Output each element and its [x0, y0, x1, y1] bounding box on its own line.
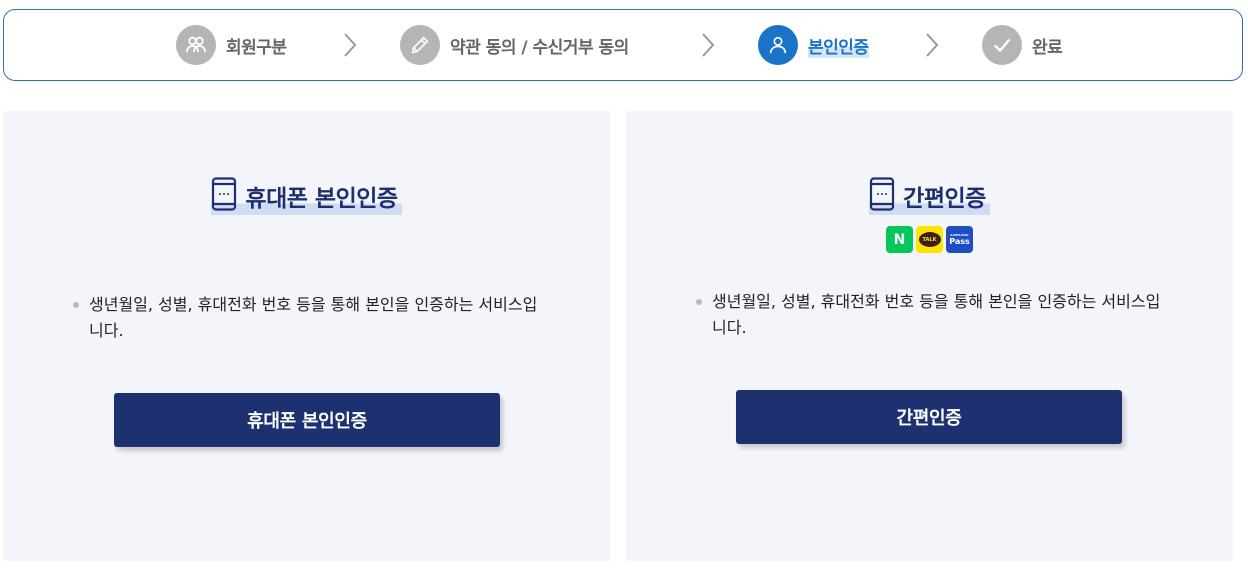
simple-verification-button[interactable]: 간편인증: [736, 390, 1122, 444]
kakao-logo-icon: TALK: [916, 226, 943, 253]
pencil-icon: [400, 25, 440, 65]
provider-logos: N TALK SAMSUNG Pass: [626, 226, 1233, 253]
mobile-phone-icon: [211, 177, 237, 215]
step-identity-verification: 본인인증: [758, 10, 869, 80]
panel-title: 간편인증: [626, 177, 1233, 215]
mobile-phone-icon: [869, 177, 895, 215]
bullet-dot: [696, 299, 702, 305]
step-terms-agreement: 약관 동의 / 수신거부 동의: [400, 10, 629, 80]
step-member-type: 회원구분: [176, 10, 287, 80]
naver-logo-icon: N: [886, 226, 913, 253]
description-text: 생년월일, 성별, 휴대전화 번호 등을 통해 본인을 인증하는 서비스입니다.: [89, 295, 538, 340]
pass-logo-text: Pass: [949, 237, 970, 246]
step-progress-bar: 회원구분 약관 동의 / 수신거부 동의 본인인증 완료: [3, 9, 1243, 81]
person-icon: [758, 25, 798, 65]
check-icon: [982, 25, 1022, 65]
phone-verification-button[interactable]: 휴대폰 본인인증: [114, 393, 500, 447]
step-label: 회원구분: [226, 37, 287, 58]
chevron-right-icon: [918, 31, 946, 59]
chevron-right-icon: [694, 31, 722, 59]
panel-title: 휴대폰 본인인증: [3, 177, 610, 215]
chevron-right-icon: [336, 31, 364, 59]
step-label: 본인인증: [808, 32, 869, 58]
kakao-talk-text: TALK: [918, 232, 941, 247]
panel-title-text: 간편인증: [903, 186, 986, 212]
step-complete: 완료: [982, 10, 1063, 80]
panel-title-text: 휴대폰 본인인증: [245, 186, 398, 212]
panel-description: 생년월일, 성별, 휴대전화 번호 등을 통해 본인을 인증하는 서비스입니다.: [696, 289, 1166, 341]
step-label: 완료: [1032, 37, 1063, 58]
phone-verification-panel: 휴대폰 본인인증 생년월일, 성별, 휴대전화 번호 등을 통해 본인을 인증하…: [3, 111, 610, 561]
panel-description: 생년월일, 성별, 휴대전화 번호 등을 통해 본인을 인증하는 서비스입니다.: [73, 292, 543, 344]
simple-verification-panel: 간편인증 N TALK SAMSUNG Pass 생년월일, 성별, 휴대전화 …: [626, 111, 1233, 561]
pass-logo-icon: SAMSUNG Pass: [946, 226, 973, 253]
bullet-dot: [73, 302, 79, 308]
step-label: 약관 동의 / 수신거부 동의: [450, 37, 629, 58]
description-text: 생년월일, 성별, 휴대전화 번호 등을 통해 본인을 인증하는 서비스입니다.: [712, 292, 1161, 337]
users-icon: [176, 25, 216, 65]
